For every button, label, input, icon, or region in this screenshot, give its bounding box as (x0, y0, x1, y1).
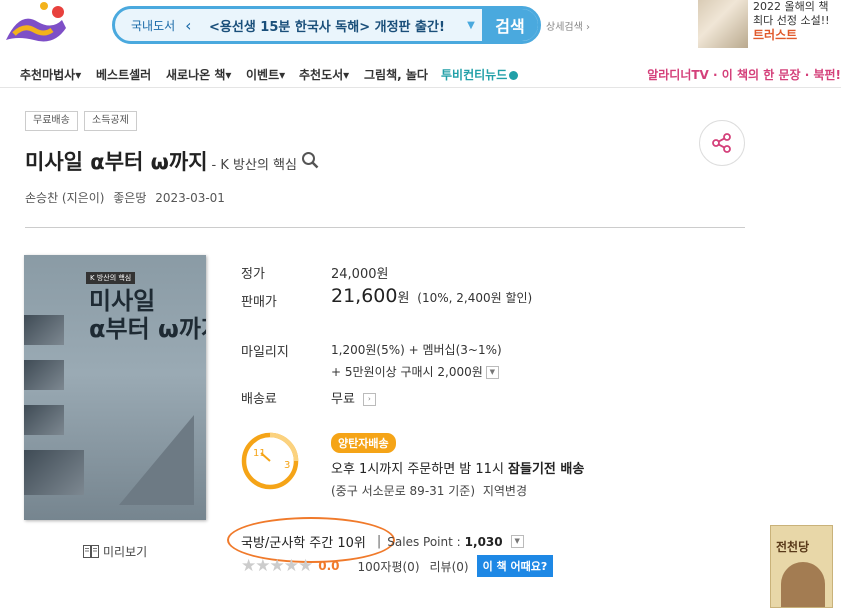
delivery-info: 오후 1시까지 주문하면 밤 11시 잠들기전 배송 (331, 462, 585, 477)
publisher-link[interactable]: 좋은땅 (113, 191, 146, 205)
side-ad-illustration (781, 562, 825, 607)
side-ad-banner[interactable]: 전천당 (770, 525, 833, 608)
book-cover-image[interactable]: K 방산의 핵심 미사일 α부터 ω까지 (24, 255, 206, 520)
search-bar: 국내도서 ‹ ▼ 검색 (112, 6, 541, 44)
publish-date: 2023-03-01 (155, 191, 225, 205)
side-ad-title: 전천당 (776, 540, 810, 554)
list-price-label: 정가 (241, 267, 265, 282)
search-button[interactable]: 검색 (482, 9, 538, 41)
book-title: 미사일 α부터 ω까지 (25, 150, 208, 174)
sale-price-label: 판매가 (241, 295, 277, 310)
svg-text:3: 3 (284, 460, 290, 471)
carpet-delivery-badge: 양탄자배송 (331, 433, 396, 453)
review-link[interactable]: 리뷰(0) (430, 558, 469, 575)
clock-icon: 11 3 (241, 432, 299, 490)
book-icon (83, 545, 99, 558)
svg-text:11: 11 (253, 448, 266, 459)
cover-decoration (119, 415, 194, 505)
mileage-line-2: + 5만원이상 구매시 2,000원 ▼ (331, 363, 499, 380)
list-price-value: 24,000원 (331, 267, 389, 282)
badge-tax-deduction: 소득공제 (84, 111, 137, 131)
cover-tag: K 방산의 핵심 (86, 272, 136, 284)
author-link[interactable]: 손승찬 (지은이) (25, 191, 104, 205)
cover-photo-3 (24, 405, 64, 435)
nav-tobecontinued[interactable]: 투비컨티뉴드 (441, 66, 519, 83)
shipping-info-icon[interactable]: › (362, 393, 376, 406)
promo-line-2: 최다 선정 소설!! (753, 14, 830, 27)
title-row: 미사일 α부터 ω까지 - K 방산의 핵심 (25, 146, 319, 176)
star-icon: ★ (255, 556, 270, 576)
search-category-select[interactable]: 국내도서 ‹ (115, 16, 205, 35)
search-icon[interactable] (301, 151, 319, 169)
cover-photo-4 (24, 450, 84, 495)
aladin-logo[interactable] (0, 0, 70, 52)
rank-row: 국방/군사학 주간 10위 | Sales Point : 1,030 ▼ (241, 532, 524, 551)
delivery-address: (중구 서소문로 89-31 기준) 지역변경 (331, 484, 527, 498)
rating-row: ★ ★ ★ ★ ★ 0.0 100자평(0) 리뷰(0) 이 책 어때요? (241, 555, 554, 577)
change-region-link[interactable]: 지역변경 (483, 484, 527, 498)
nav-recommend-wizard[interactable]: 추천마법사▾ (20, 66, 81, 83)
star-icon: ★ (241, 556, 256, 576)
search-input[interactable] (205, 9, 460, 41)
sales-point-info-icon[interactable]: ▼ (510, 535, 524, 548)
shipping-value: 무료 › (331, 388, 376, 407)
promo-banner[interactable]: 2022 올해의 책 최다 선정 소설!! 트러스트 (753, 0, 830, 42)
author-row: 손승찬 (지은이) 좋은땅 2023-03-01 (25, 189, 230, 206)
main-nav: 추천마법사▾ 베스트셀러 새로나온 책▾ 이벤트▾ 추천도서▾ 그림책, 놀다 … (0, 58, 841, 88)
cover-photo-2 (24, 360, 64, 390)
nav-bestseller[interactable]: 베스트셀러 (96, 66, 151, 83)
nav-right-links[interactable]: 알라디너TV · 이 책의 한 문장 · 북펀! (647, 66, 841, 83)
sale-price-value: 21,600 (331, 285, 398, 307)
shipping-label: 배송료 (241, 392, 277, 407)
chevron-left-icon: ‹ (185, 15, 192, 35)
share-icon (712, 133, 731, 153)
book-subtitle: - K 방산의 핵심 (211, 158, 297, 173)
mileage-label: 마일리지 (241, 345, 289, 360)
mileage-line-1: 1,200원(5%) + 멤버십(3~1%) (331, 343, 502, 357)
promo-line-1: 2022 올해의 책 (753, 0, 829, 13)
nav-new-books[interactable]: 새로나온 책▾ (166, 66, 231, 83)
search-category-label: 국내도서 (131, 18, 176, 33)
mileage-dropdown-icon[interactable]: ▼ (485, 366, 499, 379)
nav-events[interactable]: 이벤트▾ (246, 66, 285, 83)
star-icon: ★ (283, 556, 299, 576)
dropdown-arrow-icon[interactable]: ▼ (460, 20, 482, 31)
badge-free-shipping: 무료배송 (25, 111, 78, 131)
short-review-link[interactable]: 100자평(0) (358, 558, 420, 575)
sales-point-value: 1,030 (464, 534, 503, 549)
cover-photo-1 (24, 315, 64, 345)
star-icon: ★ (298, 556, 313, 576)
cover-title: 미사일 α부터 ω까지 (89, 287, 206, 343)
promo-line-3: 트러스트 (753, 28, 798, 42)
nav-recommended-books[interactable]: 추천도서▾ (299, 66, 349, 83)
how-is-this-book-button[interactable]: 이 책 어때요? (476, 555, 554, 577)
promo-book-image[interactable] (698, 0, 748, 48)
sales-point-label: Sales Point : (387, 534, 461, 549)
star-icon: ★ (269, 556, 285, 576)
rating-score: 0.0 (318, 559, 340, 573)
dot-icon (509, 71, 519, 80)
sale-price: 21,600원 (10%, 2,400원 할인) (331, 285, 533, 307)
preview-button[interactable]: 미리보기 (83, 543, 147, 560)
share-button[interactable] (699, 120, 745, 166)
category-rank-link[interactable]: 국방/군사학 주간 10위 (241, 532, 366, 551)
sale-price-note: (10%, 2,400원 할인) (417, 291, 533, 305)
detail-search-link[interactable]: 상세검색 › (546, 18, 590, 33)
divider (25, 227, 745, 228)
nav-picture-books[interactable]: 그림책, 놀다 (364, 66, 428, 83)
